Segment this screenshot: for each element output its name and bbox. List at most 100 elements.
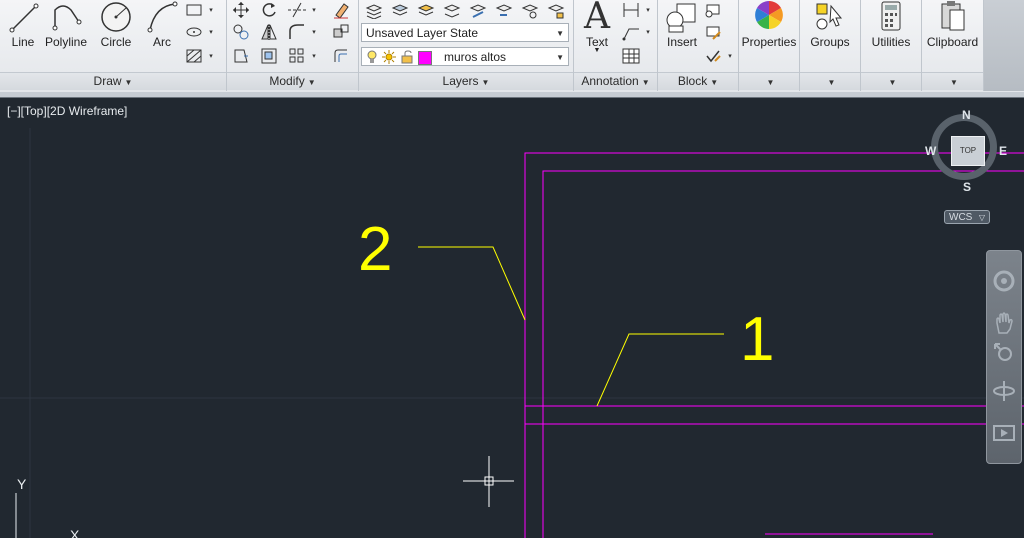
edit-block-icon[interactable]: [702, 22, 724, 42]
block-panel-title[interactable]: Block ▼: [658, 72, 738, 90]
clipboard-panel-title[interactable]: ▼: [922, 72, 983, 90]
line-label: Line: [11, 35, 35, 49]
edit-attributes-dropdown[interactable]: ▾: [726, 46, 734, 66]
caret-down-icon: ▼: [124, 78, 133, 87]
offset-icon[interactable]: [330, 46, 352, 66]
drawing-canvas[interactable]: 2 1 Y X: [0, 98, 1024, 538]
chevron-down-icon: ▽: [978, 213, 985, 222]
fillet-icon[interactable]: [286, 22, 308, 42]
annotation-label-2[interactable]: 2: [358, 215, 392, 284]
circle-icon: [99, 0, 133, 34]
table-icon[interactable]: [620, 46, 642, 66]
draw-panel: Line Polyline Circle Arc ▾ ▾ ▾ Draw ▼: [0, 0, 227, 91]
properties-panel-title[interactable]: ▼: [739, 72, 799, 90]
trim-dropdown[interactable]: ▾: [310, 0, 318, 20]
layer-select[interactable]: muros altos ▼: [361, 47, 569, 66]
leader-dropdown[interactable]: ▾: [644, 22, 652, 42]
rectangle-icon[interactable]: [183, 0, 205, 20]
layer-isolate-icon[interactable]: [415, 0, 437, 21]
layer-match-icon[interactable]: [467, 0, 489, 21]
explode-icon[interactable]: [330, 22, 352, 42]
draw-panel-title[interactable]: Draw ▼: [0, 72, 226, 90]
clipboard-panel: Clipboard ▼: [922, 0, 984, 91]
color-wheel-icon: [752, 0, 786, 34]
utilities-label: Utilities: [871, 35, 911, 49]
steeringwheel-icon[interactable]: [992, 269, 1016, 298]
erase-icon[interactable]: [330, 0, 352, 20]
compass-south[interactable]: S: [963, 180, 971, 194]
ellipse-dropdown[interactable]: ▾: [207, 22, 215, 42]
dimension-dropdown[interactable]: ▾: [644, 0, 652, 20]
hatch-icon[interactable]: [183, 46, 205, 66]
caret-down-icon: ▼: [307, 78, 316, 87]
compass-west[interactable]: W: [925, 144, 936, 158]
circle-tool[interactable]: Circle: [96, 0, 136, 49]
orbit-icon[interactable]: [992, 379, 1016, 408]
utilities-panel-title[interactable]: ▼: [861, 72, 921, 90]
insert-tool[interactable]: Insert: [660, 0, 704, 49]
layer-properties-icon[interactable]: [363, 0, 385, 21]
edit-attributes-icon[interactable]: [702, 46, 724, 66]
clipboard-tool[interactable]: Clipboard: [922, 0, 983, 49]
layer-walk-icon[interactable]: [519, 0, 541, 21]
drawing-viewport[interactable]: [−][Top][2D Wireframe] 2 1 Y X TOP N S E…: [0, 98, 1024, 538]
dimension-icon[interactable]: [620, 0, 642, 20]
trim-icon[interactable]: [286, 0, 308, 20]
line-tool[interactable]: Line: [4, 0, 42, 49]
polyline-label: Polyline: [44, 35, 88, 49]
caret-down-icon: ▼: [641, 78, 650, 87]
leader-icon[interactable]: [620, 22, 642, 42]
groups-panel-title[interactable]: ▼: [800, 72, 860, 90]
layer-states-icon[interactable]: [389, 0, 411, 21]
zoom-extents-icon[interactable]: [992, 341, 1016, 370]
annotation-panel: A Text ▼ ▾ ▾ Annotation ▼: [574, 0, 658, 91]
fillet-dropdown[interactable]: ▾: [310, 22, 318, 42]
ribbon: Line Polyline Circle Arc ▾ ▾ ▾ Draw ▼ ▾ …: [0, 0, 1024, 93]
layer-lock-icon[interactable]: [545, 0, 567, 21]
text-icon: A: [584, 0, 610, 37]
pan-hand-icon[interactable]: [993, 311, 1015, 340]
arc-tool[interactable]: Arc: [143, 0, 181, 49]
properties-tool[interactable]: Properties: [739, 0, 799, 49]
layer-name-value: muros altos: [444, 50, 507, 64]
layer-state-value: Unsaved Layer State: [366, 26, 479, 40]
groups-panel: Groups ▼: [800, 0, 861, 91]
wcs-menu[interactable]: WCS ▽: [944, 210, 990, 224]
array-icon[interactable]: [286, 46, 308, 66]
insert-label: Insert: [666, 35, 697, 49]
clipboard-icon: [936, 0, 970, 34]
layer-previous-icon[interactable]: [493, 0, 515, 21]
layers-panel-title[interactable]: Layers ▼: [359, 72, 573, 90]
mirror-icon[interactable]: [258, 22, 280, 42]
layer-freeze-icon: [382, 50, 396, 70]
array-dropdown[interactable]: ▾: [310, 46, 318, 66]
stretch-icon[interactable]: [230, 46, 252, 66]
compass-north[interactable]: N: [962, 108, 971, 122]
caret-down-icon: ▼: [481, 78, 490, 87]
rotate-icon[interactable]: [258, 0, 280, 20]
scale-icon[interactable]: [258, 46, 280, 66]
create-block-icon[interactable]: [702, 0, 724, 20]
layer-state-select[interactable]: Unsaved Layer State ▼: [361, 23, 569, 42]
annotation-label-1[interactable]: 1: [740, 305, 774, 374]
chevron-down-icon: ▼: [556, 53, 564, 62]
groups-tool[interactable]: Groups: [800, 0, 860, 49]
copy-icon[interactable]: [230, 22, 252, 42]
ucs-icon: Y X: [15, 476, 80, 538]
compass-east[interactable]: E: [999, 144, 1007, 158]
hatch-dropdown[interactable]: ▾: [207, 46, 215, 66]
utilities-tool[interactable]: Utilities: [861, 0, 921, 49]
showmotion-icon[interactable]: [992, 423, 1016, 448]
utilities-panel: Utilities ▼: [861, 0, 922, 91]
annotation-panel-title[interactable]: Annotation ▼: [574, 72, 657, 90]
rectangle-dropdown[interactable]: ▾: [207, 0, 215, 20]
layer-unisolate-icon[interactable]: [441, 0, 463, 21]
layer-unlock-icon: [400, 50, 414, 70]
modify-panel-title[interactable]: Modify ▼: [227, 72, 358, 90]
caret-down-icon: ▼: [827, 78, 836, 87]
move-icon[interactable]: [230, 0, 252, 20]
polyline-tool[interactable]: Polyline: [43, 0, 89, 49]
text-tool[interactable]: A Text ▼: [578, 0, 616, 54]
viewcube-top-face[interactable]: TOP: [951, 136, 985, 166]
ellipse-icon[interactable]: [183, 22, 205, 42]
